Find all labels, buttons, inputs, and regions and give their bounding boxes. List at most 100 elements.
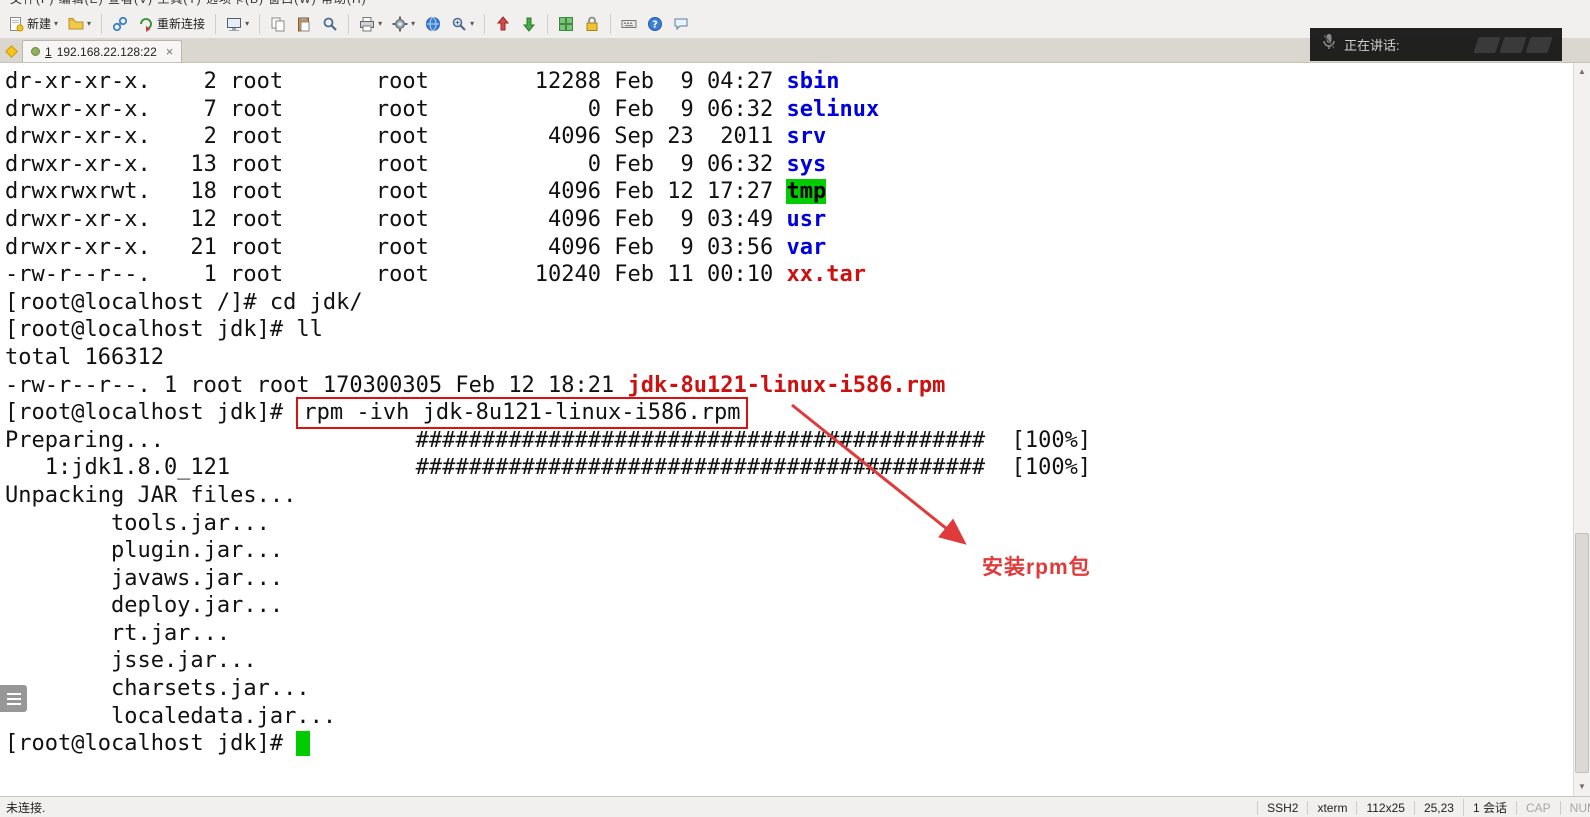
terminal-line: charsets.jar... [5,676,310,702]
connect-button[interactable] [108,13,132,35]
terminal-menu-button[interactable]: ▾ [222,13,253,35]
tile-windows-icon [558,16,574,32]
paste-button[interactable] [292,13,316,35]
num-lock-indicator: NUM [1559,800,1590,815]
terminal-type-indicator: xterm [1307,800,1356,815]
terminal-line: javaws.jar... [5,565,284,591]
toolbar-separator [348,13,350,34]
terminal-line: drwxr-xr-x. 2 root root 4096 Sep 23 2011… [5,124,827,150]
protocol-indicator: SSH2 [1257,800,1307,815]
chevron-down-icon: ▾ [470,19,475,28]
svg-text:?: ? [652,19,658,30]
zoom-button[interactable]: ▾ [447,13,478,35]
voice-activity-graphic [1473,36,1553,53]
upload-button[interactable] [491,13,515,35]
scroll-up-arrow[interactable]: ▲ [1574,64,1590,80]
terminal-line: drwxr-xr-x. 21 root root 4096 Feb 9 03:5… [5,234,827,260]
terminal-line: jsse.jar... [5,648,257,674]
chat-bubble-icon [673,16,689,32]
open-session-button[interactable]: ▾ [64,13,95,35]
terminal[interactable]: dr-xr-xr-x. 2 root root 12288 Feb 9 04:2… [0,63,1590,796]
zoom-icon [451,16,467,32]
terminal-line: [root@localhost /]# cd jdk/ [5,289,363,315]
terminal-lines: dr-xr-xr-x. 2 root root 12288 Feb 9 04:2… [5,68,1572,758]
terminal-line: -rw-r--r--. 1 root root 170300305 Feb 12… [5,372,946,398]
toolbar-separator [484,13,486,34]
cursor-position-indicator: 25,23 [1413,800,1463,815]
terminal-line: -rw-r--r--. 1 root root 10240 Feb 11 00:… [5,262,866,288]
menu-bar-items[interactable]: 文件(F) 编辑(E) 查看(V) 工具(T) 选项卡(B) 窗口(W) 帮助(… [0,0,1590,7]
tab-number: 1 [45,44,52,59]
scroll-down-arrow[interactable]: ▼ [1574,779,1590,795]
chat-button[interactable] [669,13,693,35]
help-button[interactable]: ? [643,13,667,35]
terminal-size-indicator: 112x25 [1356,800,1413,815]
tile-windows-button[interactable] [554,13,578,35]
terminal-line: drwxr-xr-x. 7 root root 0 Feb 9 06:32 se… [5,96,880,122]
session-status-icon [31,47,40,56]
compose-bar-button[interactable] [617,13,641,35]
find-button[interactable] [318,13,342,35]
microphone-muted-icon [1322,33,1336,56]
terminal-line: [root@localhost jdk]# ll [5,317,323,343]
terminal-line: Unpacking JAR files... [5,482,297,508]
print-button[interactable]: ▾ [355,13,386,35]
toolbar-separator [547,13,549,34]
tab-host-label: 192.168.22.128:22 [56,44,157,59]
toolbar-separator [610,13,612,34]
toolbar-separator [215,13,217,34]
upload-icon [495,15,511,32]
printer-icon [359,16,375,32]
properties-button[interactable]: ▾ [388,13,419,35]
terminal-line: [root@localhost jdk]# [5,730,1572,758]
help-icon: ? [647,16,663,32]
chevron-down-icon: ▾ [245,19,250,28]
session-tab[interactable]: 1 192.168.22.128:22 × [22,40,183,62]
lock-icon [584,16,600,32]
terminal-line: 1:jdk1.8.0_121 #########################… [5,455,1092,481]
terminal-line: total 166312 [5,344,164,370]
new-session-label: 新建 [27,17,52,31]
new-session-button[interactable]: 新建 ▾ [4,12,62,35]
reconnect-icon [138,16,154,32]
speaking-label: 正在讲话: [1344,38,1400,53]
caps-lock-indicator: CAP [1515,800,1560,815]
terminal-line: drwxr-xr-x. 13 root root 0 Feb 9 06:32 s… [5,151,827,177]
paste-icon [296,16,312,32]
terminal-line: [root@localhost jdk]# rpm -ivh jdk-8u121… [5,397,1572,429]
status-bar: 未连接. SSH2 xterm 112x25 25,23 1 会话 CAP NU… [0,796,1590,817]
web-button[interactable] [421,13,445,35]
hamburger-icon [6,692,21,695]
terminal-line: deploy.jar... [5,593,284,619]
terminal-line: tools.jar... [5,510,270,536]
terminal-line: localedata.jar... [5,703,337,729]
new-session-icon [8,16,24,32]
terminal-line: drwxrwxrwt. 18 root root 4096 Feb 12 17:… [5,179,827,205]
terminal-line: dr-xr-xr-x. 2 root root 12288 Feb 9 04:2… [5,69,840,94]
reconnect-label: 重新连接 [157,17,206,31]
terminal-line: Preparing... ###########################… [5,427,1092,453]
session-manager-icon [4,44,18,58]
tab-close-icon[interactable]: × [166,44,174,59]
globe-icon [425,16,441,32]
session-manager-button[interactable] [0,40,22,62]
chevron-down-icon: ▾ [87,19,92,28]
lock-screen-button[interactable] [580,13,604,35]
connect-chain-icon [112,16,128,32]
terminal-line: rt.jar... [5,620,231,646]
terminal-scrollbar[interactable]: ▲ ▼ [1573,63,1590,796]
reconnect-button[interactable]: 重新连接 [134,12,209,35]
copy-button[interactable] [266,13,290,35]
chevron-down-icon: ▾ [54,19,59,28]
xshell-window: 文件(F) 编辑(E) 查看(V) 工具(T) 选项卡(B) 窗口(W) 帮助(… [0,0,1590,817]
copy-icon [270,16,286,32]
annotation-label: 安装rpm包 [982,556,1091,579]
chevron-down-icon: ▾ [411,19,416,28]
gear-icon [392,16,408,32]
side-panel-toggle[interactable] [0,685,27,712]
connection-status: 未连接. [6,801,46,815]
open-folder-icon [68,16,84,32]
download-button[interactable] [517,13,541,35]
terminal-line: drwxr-xr-x. 12 root root 4096 Feb 9 03:4… [5,206,827,232]
scrollbar-thumb[interactable] [1575,533,1589,773]
